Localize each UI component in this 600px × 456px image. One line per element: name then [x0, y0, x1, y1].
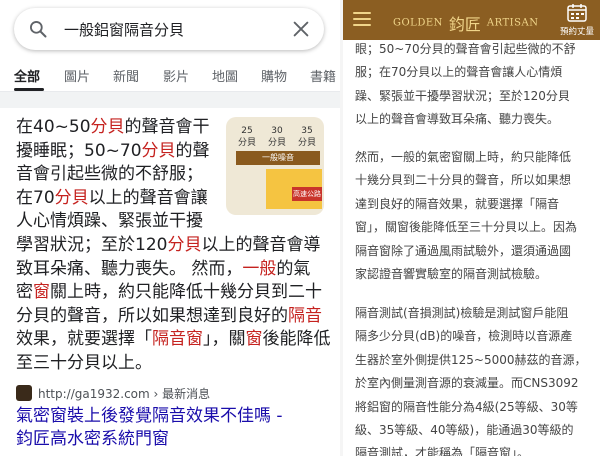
article-line: 隔音窗除了通過風雨試驗外，還須通過國 — [355, 243, 572, 258]
article-line: 將鋁窗的隔音性能分為4級(25等級、30等 — [355, 399, 578, 414]
snippet-text: 致耳朵痛、聽力喪失。 然而， — [16, 258, 243, 279]
article-line: 隔音測試，才能稱為「隔音窗」。 — [355, 446, 530, 456]
snippet-text: 在40~50 — [16, 117, 91, 137]
hamburger-menu-icon[interactable] — [353, 12, 371, 26]
article-line: 家認證音響實驗室的隔音測試檢驗。 — [355, 266, 548, 281]
thumbnail-band: 一般噪音 — [236, 151, 320, 165]
article-paragraph-2: 然而，一般的氣密窗關上時，約只能降低 十幾分貝到二十分貝的聲音，所以如果想 達到良好… — [355, 146, 595, 286]
article-line: 服；在70分貝以上的聲音會讓人心情煩 — [355, 65, 563, 80]
snippet-highlight: 一般 — [242, 258, 277, 279]
thumbnail-label: 25 分貝 — [237, 126, 256, 148]
thumbnail-tag: 高速公路 — [292, 187, 322, 201]
result-title-line[interactable]: 鈞匠高水密系統門窗 — [16, 428, 326, 451]
calendar-icon[interactable] — [566, 3, 588, 23]
snippet-highlight: 窗 — [245, 329, 263, 350]
snippet-text: 分貝的聲音，所以如果想達到良好的 — [16, 305, 288, 326]
article-paragraph-3: 隔音測試(音損測試)檢驗是測試窗戶能阻 隔多少分貝(dB)的噪音，檢測時以音源產生… — [355, 302, 595, 456]
snippet-line: 至三十分貝以上。 — [16, 352, 321, 376]
tab-maps[interactable]: 地圖 — [212, 66, 238, 85]
snippet-text: 密 — [16, 282, 33, 303]
snippet-highlight: 分貝 — [54, 187, 89, 208]
article-line: 窗」，關窗後能降低至三十分貝以上。因為 — [355, 220, 578, 235]
site-favicon-icon — [16, 385, 32, 401]
article-line: 級、35等級、40等級)，能通過30等級的 — [355, 422, 574, 437]
tab-videos[interactable]: 影片 — [163, 66, 189, 85]
article-line: 隔多少分貝(dB)的噪音，檢測時以音源產 — [355, 329, 573, 344]
site-header: GOLDEN 鈞匠 ARTISAN 預約丈量 — [343, 0, 600, 40]
section-separator — [0, 92, 340, 108]
brand-right: ARTISAN — [486, 17, 539, 29]
tab-all[interactable]: 全部 — [14, 66, 40, 85]
booking-button[interactable]: 預約丈量 — [560, 25, 594, 37]
search-bar[interactable]: 一般鋁窗隔音分貝 — [14, 8, 324, 50]
snippet-text: 至三十分貝以上。 — [16, 352, 152, 373]
snippet-text: 音會引起些微的不舒服； — [16, 164, 203, 185]
article-line: 然而，一般的氣密窗關上時，約只能降低 — [355, 150, 572, 164]
search-input[interactable]: 一般鋁窗隔音分貝 — [64, 19, 184, 40]
search-tabs: 全部 圖片 新聞 影片 地圖 購物 書籍 — [0, 62, 340, 91]
article-line: 於室內側量測音源的衰減量。而CNS3092 — [355, 376, 579, 391]
snippet-text: 」，關 — [203, 329, 246, 350]
snippet-text: 後能降低 — [262, 329, 331, 350]
article-line: 達到良好的隔音效果，就要選擇「隔音 — [355, 196, 560, 211]
result-title-line[interactable]: 氣密窗裝上後發覺隔音效果不佳嗎 - — [16, 405, 326, 428]
search-icon[interactable] — [28, 19, 48, 39]
article-line: 十幾分貝到二十分貝的聲音，所以如果想 — [355, 173, 572, 188]
snippet-text: 效果，就要選擇「 — [16, 329, 152, 350]
snippet-highlight: 分貝 — [167, 234, 202, 255]
snippet-highlight: 分貝 — [141, 140, 176, 161]
article-panel: GOLDEN 鈞匠 ARTISAN 預約丈量 眼；50~70分貝的聲音會引起些微的不… — [343, 0, 600, 456]
snippet-text: 以上的聲音會導 — [201, 234, 321, 255]
snippet-text: 的聲音會干 — [124, 117, 210, 137]
snippet-text: 的氣 — [276, 258, 311, 279]
brand-left: GOLDEN — [393, 17, 443, 29]
snippet-highlight: 窗 — [33, 282, 50, 303]
tab-images[interactable]: 圖片 — [64, 66, 90, 85]
thumbnail-label: 35 分貝 — [297, 126, 316, 148]
article-line: 躁、緊張並干擾學習狀況；至於120分貝 — [355, 88, 570, 103]
result-title-link[interactable]: 氣密窗裝上後發覺隔音效果不佳嗎 - 鈞匠高水密系統門窗 — [16, 405, 326, 451]
snippet-highlight: 隔音窗 — [152, 329, 203, 350]
search-results-panel: 一般鋁窗隔音分貝 全部 圖片 新聞 影片 地圖 購物 書籍 在40~50分貝的聲… — [0, 0, 340, 456]
snippet-line: 密窗關上時，約只能降低十幾分貝到二十 — [16, 281, 322, 305]
snippet-text: 關上時，約只能降低十幾分貝到二十 — [50, 282, 322, 303]
article-line: 隔音測試(音損測試)檢驗是測試窗戶能阻 — [355, 306, 569, 320]
snippet-text: 的聲 — [175, 140, 210, 161]
article-paragraph-1: 眼；50~70分貝的聲音會引起些微的不舒 服；在70分貝以上的聲音會讓人心情煩 躁、… — [355, 38, 595, 132]
brand-cn: 鈞匠 — [448, 15, 481, 34]
brand-logo[interactable]: GOLDEN 鈞匠 ARTISAN — [393, 11, 538, 35]
snippet-highlight: 分貝 — [90, 117, 125, 137]
tab-shopping[interactable]: 購物 — [261, 66, 287, 85]
snippet-line: 致耳朵痛、聽力喪失。 然而，一般的氣 — [16, 258, 321, 282]
snippet-thumbnail[interactable]: 25 分貝 30 分貝 35 分貝 一般噪音 高速公路 — [226, 117, 324, 215]
snippet-text: 學習狀況；至於120 — [16, 234, 168, 255]
article-line: 生器於室外側提供125~5000赫茲的音源， — [355, 352, 587, 367]
thumbnail-label: 30 分貝 — [267, 126, 286, 148]
article-line: 眼；50~70分貝的聲音會引起些微的不舒 — [355, 42, 576, 56]
article-line: 以上的聲音會導致耳朵痛、聽力喪失。 — [355, 112, 560, 127]
snippet-highlight: 隔音 — [288, 305, 322, 326]
snippet-text: 在70 — [16, 187, 55, 208]
snippet-text: 以上的聲音會讓 — [88, 187, 208, 208]
close-icon[interactable] — [290, 18, 312, 40]
result-url[interactable]: http://ga1932.com › 最新消息 — [38, 385, 210, 402]
snippet-line: 效果，就要選擇「隔音窗」，關窗後能降低 — [16, 328, 331, 352]
tab-news[interactable]: 新聞 — [113, 66, 139, 85]
tab-books[interactable]: 書籍 — [310, 66, 336, 85]
snippet-text: 擾睡眠；50~70 — [16, 140, 142, 161]
snippet-line: 分貝的聲音，所以如果想達到良好的隔音 — [16, 305, 322, 329]
result-source[interactable]: http://ga1932.com › 最新消息 — [16, 384, 210, 402]
snippet-line: 學習狀況；至於120分貝以上的聲音會導 — [16, 234, 321, 258]
snippet-text: 人心情煩躁、緊張並干擾 — [16, 211, 203, 232]
